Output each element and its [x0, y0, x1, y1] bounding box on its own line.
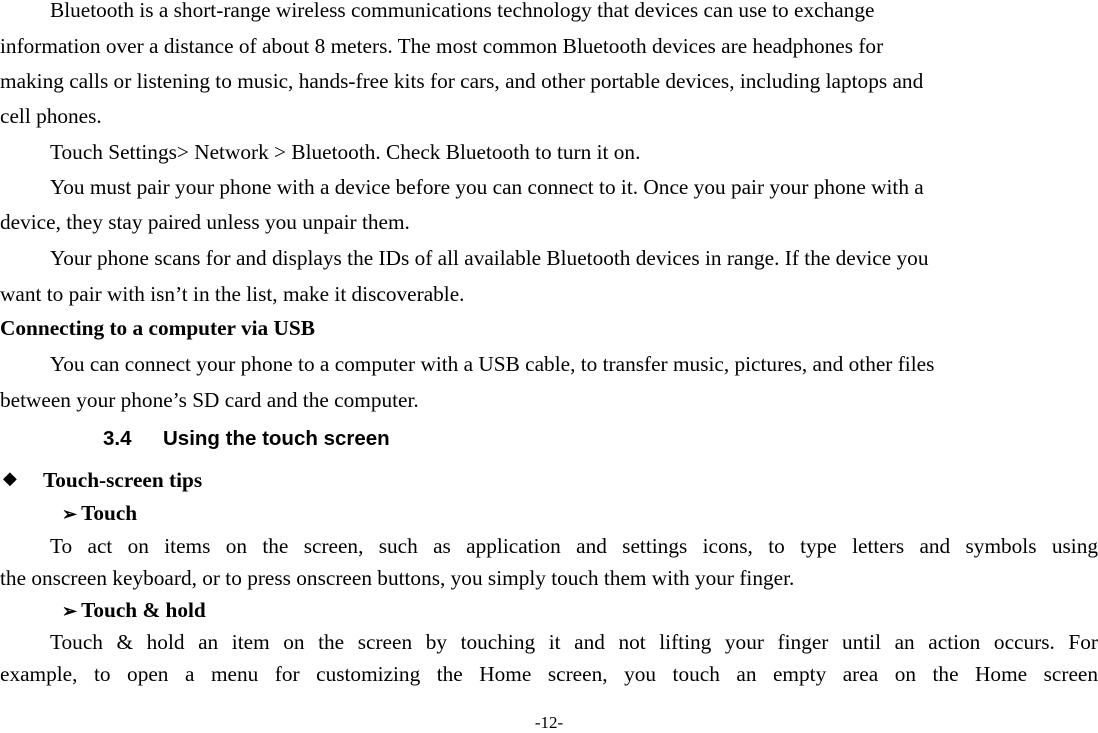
section-title: Using the touch screen	[163, 427, 390, 450]
paragraph-line: the onscreen keyboard, or to press onscr…	[0, 566, 795, 590]
paragraph-line: want to pair with isn’t in the list, mak…	[0, 282, 465, 306]
touch-hold-title: Touch & hold	[81, 598, 206, 622]
usb-heading: Connecting to a computer via USB	[0, 316, 315, 340]
paragraph-line: making calls or listening to music, hand…	[0, 69, 924, 93]
paragraph-line: You can connect your phone to a computer…	[50, 352, 935, 376]
paragraph-line: device, they stay paired unless you unpa…	[0, 210, 410, 234]
paragraph-line: Your phone scans for and displays the ID…	[50, 246, 929, 270]
section-heading: 3.4 Using the touch screen	[103, 427, 390, 451]
arrow-bullet-icon: ➢	[62, 504, 78, 524]
touch-title: Touch	[81, 501, 138, 525]
paragraph-line: Bluetooth is a short-range wireless comm…	[50, 0, 875, 22]
paragraph-line: Touch & hold an item on the screen by to…	[50, 630, 1098, 654]
paragraph-line: To act on items on the screen, such as a…	[50, 534, 1098, 558]
paragraph-line: Touch Settings> Network > Bluetooth. Che…	[50, 140, 641, 164]
page-number: -12-	[534, 713, 564, 732]
diamond-bullet-icon: ◆	[3, 468, 17, 488]
paragraph-line: cell phones.	[0, 104, 102, 128]
paragraph-line: example, to open a menu for customizing …	[0, 662, 1098, 686]
touch-heading: ➢ Touch	[62, 500, 137, 527]
paragraph-line: information over a distance of about 8 m…	[0, 34, 884, 58]
paragraph-line: between your phone’s SD card and the com…	[0, 388, 419, 412]
arrow-bullet-icon: ➢	[62, 601, 78, 621]
tips-heading: Touch-screen tips	[43, 468, 203, 492]
touch-hold-heading: ➢ Touch & hold	[62, 597, 206, 624]
section-number: 3.4	[103, 427, 132, 450]
paragraph-line: You must pair your phone with a device b…	[50, 175, 924, 199]
